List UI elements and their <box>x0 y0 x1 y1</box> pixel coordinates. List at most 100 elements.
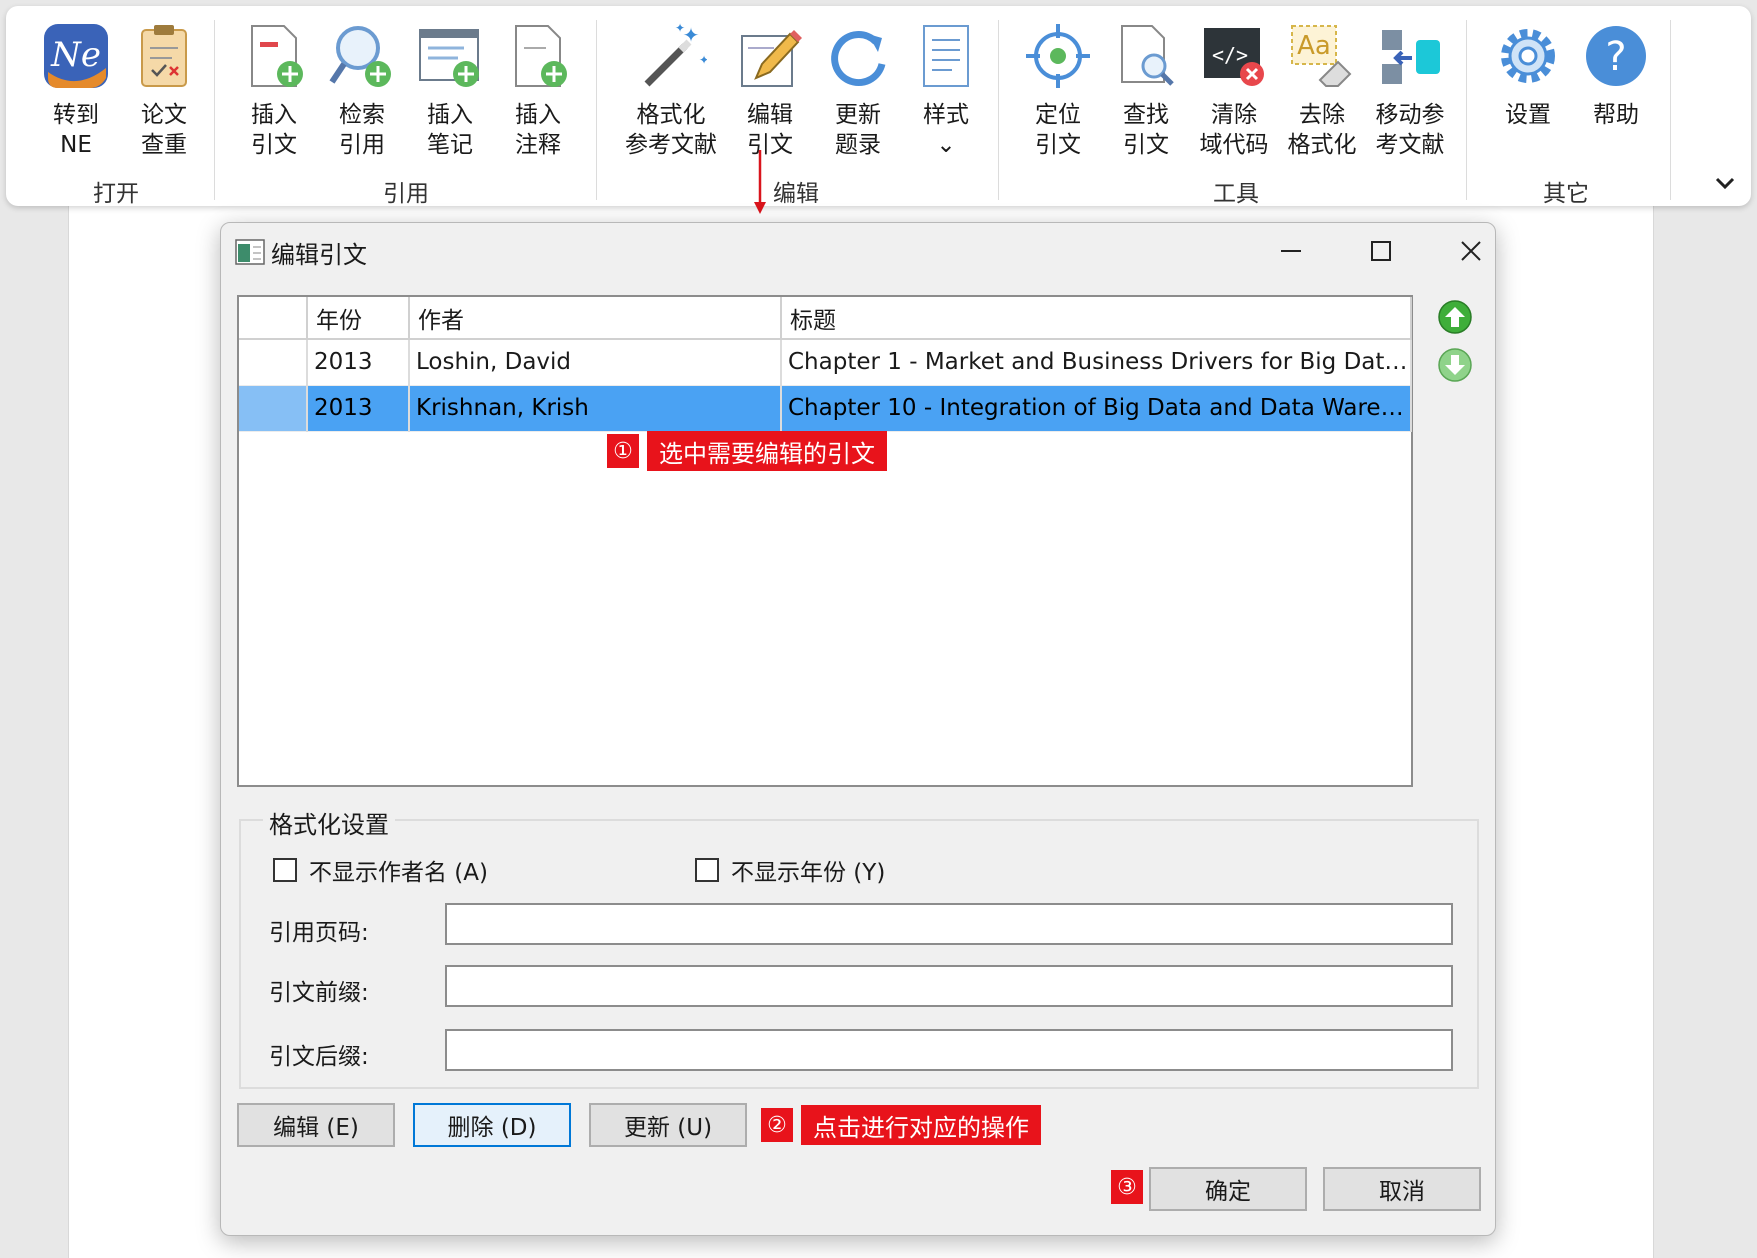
dialog-titlebar[interactable]: 编辑引文 <box>221 223 1495 279</box>
maximize-button[interactable] <box>1351 229 1411 273</box>
gear-icon <box>1501 29 1555 83</box>
find-citation-label: 查找 引文 <box>1123 102 1169 158</box>
move-up-icon[interactable] <box>1437 299 1473 335</box>
svg-text:✦: ✦ <box>683 23 700 47</box>
pointer-arrow <box>754 150 766 214</box>
column-header-year[interactable]: 年份 <box>307 297 410 340</box>
page-number-field[interactable] <box>445 903 1453 945</box>
clear-field-codes-button[interactable]: </> 清除 域代码 <box>1190 20 1278 160</box>
paper-check-button[interactable]: 论文 查重 <box>120 20 208 160</box>
prefix-label: 引文前缀: <box>269 980 369 1006</box>
help-button[interactable]: ? 帮助 <box>1572 20 1660 160</box>
insert-citation-label: 插入 引文 <box>251 102 297 158</box>
table-row-selected[interactable]: 2013 Krishnan, Krish Chapter 10 - Integr… <box>239 385 1412 432</box>
column-header-blank[interactable] <box>239 297 308 340</box>
minimize-icon <box>1281 250 1301 252</box>
help-label: 帮助 <box>1593 102 1639 128</box>
locate-citation-label: 定位 引文 <box>1035 102 1081 158</box>
suffix-field[interactable] <box>445 1029 1453 1071</box>
insert-note-button[interactable]: 插入 笔记 <box>406 20 494 160</box>
group-separator <box>1670 20 1671 200</box>
svg-text:Aa: Aa <box>1297 31 1331 61</box>
hide-author-checkbox[interactable]: 不显示作者名 (A) <box>273 853 488 887</box>
citation-table: 年份 作者 标题 2013 Loshin, David Chapter 1 - … <box>239 297 1412 432</box>
collapse-ribbon-icon[interactable] <box>1712 170 1738 196</box>
clipboard-check-icon <box>141 25 187 87</box>
clear-code-icon: </> <box>1204 28 1264 86</box>
group-label-cite: 引用 <box>383 181 429 207</box>
move-references-button[interactable]: 移动参 考文献 <box>1366 20 1454 160</box>
ok-button[interactable]: 确定 <box>1149 1167 1307 1211</box>
update-records-button[interactable]: 更新 题录 <box>814 20 902 160</box>
dialog-title: 编辑引文 <box>271 241 367 269</box>
ne-logo-icon: Ne <box>44 24 108 88</box>
cancel-button[interactable]: 取消 <box>1323 1167 1481 1211</box>
maximize-icon <box>1371 241 1391 261</box>
find-doc-icon <box>1121 25 1174 86</box>
group-label-tools: 工具 <box>1213 181 1259 207</box>
edit-citation-button[interactable]: 编辑 引文 <box>726 20 814 160</box>
paper-check-label: 论文 查重 <box>141 102 187 158</box>
group-separator <box>596 20 597 200</box>
move-down-icon[interactable] <box>1437 347 1473 383</box>
goto-ne-button[interactable]: Ne 转到 NE <box>32 20 120 160</box>
goto-ne-label: 转到 NE <box>53 102 99 158</box>
citation-list[interactable]: 年份 作者 标题 2013 Loshin, David Chapter 1 - … <box>237 295 1413 787</box>
ribbon-toolbar: Ne 转到 NE 论文 查重 打开 插入 引文 检索 引用 插入 笔记 插入 注… <box>6 6 1751 207</box>
annotation-step-1: ① 选中需要编辑的引文 <box>607 431 887 471</box>
locate-citation-button[interactable]: 定位 引文 <box>1014 20 1102 160</box>
cell-title: Chapter 10 - Integration of Big Data and… <box>781 385 1412 432</box>
remove-format-icon: Aa <box>1291 25 1352 87</box>
remove-format-button[interactable]: Aa 去除 格式化 <box>1278 20 1366 160</box>
format-references-label: 格式化 参考文献 <box>625 102 717 158</box>
table-header-row: 年份 作者 标题 <box>239 297 1412 340</box>
cell-year: 2013 <box>307 339 410 386</box>
cell-year: 2013 <box>307 385 410 432</box>
insert-comment-button[interactable]: 插入 注释 <box>494 20 582 160</box>
dialog-app-icon <box>235 239 265 265</box>
checkbox-box <box>273 858 297 882</box>
close-button[interactable] <box>1441 229 1501 273</box>
suffix-label: 引文后缀: <box>269 1044 369 1070</box>
remove-format-label: 去除 格式化 <box>1287 102 1357 158</box>
hide-year-label: 不显示年份 (Y) <box>731 860 886 886</box>
insert-citation-icon <box>251 25 303 87</box>
cell-author: Loshin, David <box>409 339 782 386</box>
insert-comment-label: 插入 注释 <box>515 102 561 158</box>
annotation-number: ③ <box>1111 1170 1143 1204</box>
column-header-author[interactable]: 作者 <box>409 297 782 340</box>
edit-button[interactable]: 编辑 (E) <box>237 1103 395 1147</box>
style-doc-icon <box>923 25 969 87</box>
insert-comment-icon <box>515 25 567 87</box>
column-header-title[interactable]: 标题 <box>781 297 1412 340</box>
table-row[interactable]: 2013 Loshin, David Chapter 1 - Market an… <box>239 339 1412 386</box>
delete-button[interactable]: 删除 (D) <box>413 1103 571 1147</box>
settings-button[interactable]: 设置 <box>1484 20 1572 160</box>
hide-author-label: 不显示作者名 (A) <box>309 860 488 886</box>
group-label-other: 其它 <box>1543 181 1589 207</box>
minimize-button[interactable] <box>1261 229 1321 273</box>
move-references-label: 移动参 考文献 <box>1375 102 1445 158</box>
format-settings-legend: 格式化设置 <box>263 805 395 840</box>
search-citation-icon <box>329 26 391 87</box>
edit-pencil-icon <box>741 30 802 87</box>
clear-field-codes-label: 清除 域代码 <box>1199 102 1269 158</box>
svg-text:?: ? <box>1605 34 1626 80</box>
search-citation-label: 检索 引用 <box>339 102 385 158</box>
style-dropdown-button[interactable]: 样式 ⌄ <box>902 20 990 160</box>
prefix-field[interactable] <box>445 965 1453 1007</box>
annotation-number: ① <box>607 434 639 468</box>
update-button[interactable]: 更新 (U) <box>589 1103 747 1147</box>
settings-label: 设置 <box>1505 102 1551 128</box>
insert-citation-button[interactable]: 插入 引文 <box>230 20 318 160</box>
hide-year-checkbox[interactable]: 不显示年份 (Y) <box>695 853 885 887</box>
checkbox-box <box>695 858 719 882</box>
search-citation-button[interactable]: 检索 引用 <box>318 20 406 160</box>
refresh-icon <box>831 31 886 87</box>
format-references-button[interactable]: ✦ ✦ ✦ 格式化 参考文献 <box>616 20 726 160</box>
svg-text:✦: ✦ <box>675 21 685 35</box>
svg-text:</>: </> <box>1212 43 1248 67</box>
group-separator <box>214 20 215 200</box>
find-citation-button[interactable]: 查找 引文 <box>1102 20 1190 160</box>
annotation-step-3: ③ <box>1111 1167 1143 1207</box>
